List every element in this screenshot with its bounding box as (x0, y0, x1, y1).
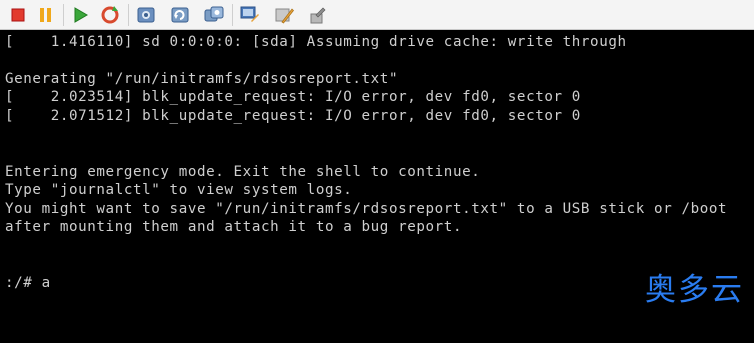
wrench-icon (310, 7, 326, 24)
console-view-icon (240, 6, 259, 22)
console-line: [ 2.071512] blk_update_request: I/O erro… (5, 108, 581, 124)
play-icon (74, 7, 88, 23)
console-line: [ 1.416110] sd 0:0:0:0: [sda] Assuming d… (5, 34, 627, 50)
vm-console-screen[interactable]: [ 1.416110] sd 0:0:0:0: [sda] Assuming d… (0, 30, 754, 307)
watermark-logo: 奥多云 (645, 271, 744, 308)
console-line: Entering emergency mode. Exit the shell … (5, 164, 481, 180)
settings-icon (275, 8, 294, 24)
stop-button[interactable] (6, 3, 30, 27)
snapshot-button[interactable] (134, 3, 158, 27)
tools-button[interactable] (306, 3, 330, 27)
console-line: Type "journalctl" to view system logs. (5, 182, 353, 198)
stop-square-icon (11, 8, 25, 22)
console-view-button[interactable] (238, 3, 262, 27)
console-line: You might want to save "/run/initramfs/r… (5, 201, 728, 217)
reset-icon (101, 6, 119, 24)
snapshot-icon (137, 7, 155, 23)
console-line: [ 2.023514] blk_update_request: I/O erro… (5, 89, 581, 105)
revert-snapshot-icon (171, 7, 189, 23)
reset-button[interactable] (98, 3, 122, 27)
pause-icon (40, 8, 51, 22)
console-line: Generating "/run/initramfs/rdsosreport.t… (5, 71, 399, 87)
snapshot-manager-icon (204, 6, 224, 22)
toolbar-separator (128, 4, 129, 26)
play-button[interactable] (68, 3, 92, 27)
shell-prompt-line[interactable]: :/# a (5, 274, 51, 292)
vm-settings-button[interactable] (272, 3, 296, 27)
toolbar-separator (63, 4, 64, 26)
vm-toolbar (0, 0, 754, 30)
toolbar-separator (232, 4, 233, 26)
pause-button[interactable] (34, 3, 58, 27)
revert-snapshot-button[interactable] (168, 3, 192, 27)
console-line: after mounting them and attach it to a b… (5, 219, 463, 235)
snapshot-manager-button[interactable] (202, 3, 226, 27)
